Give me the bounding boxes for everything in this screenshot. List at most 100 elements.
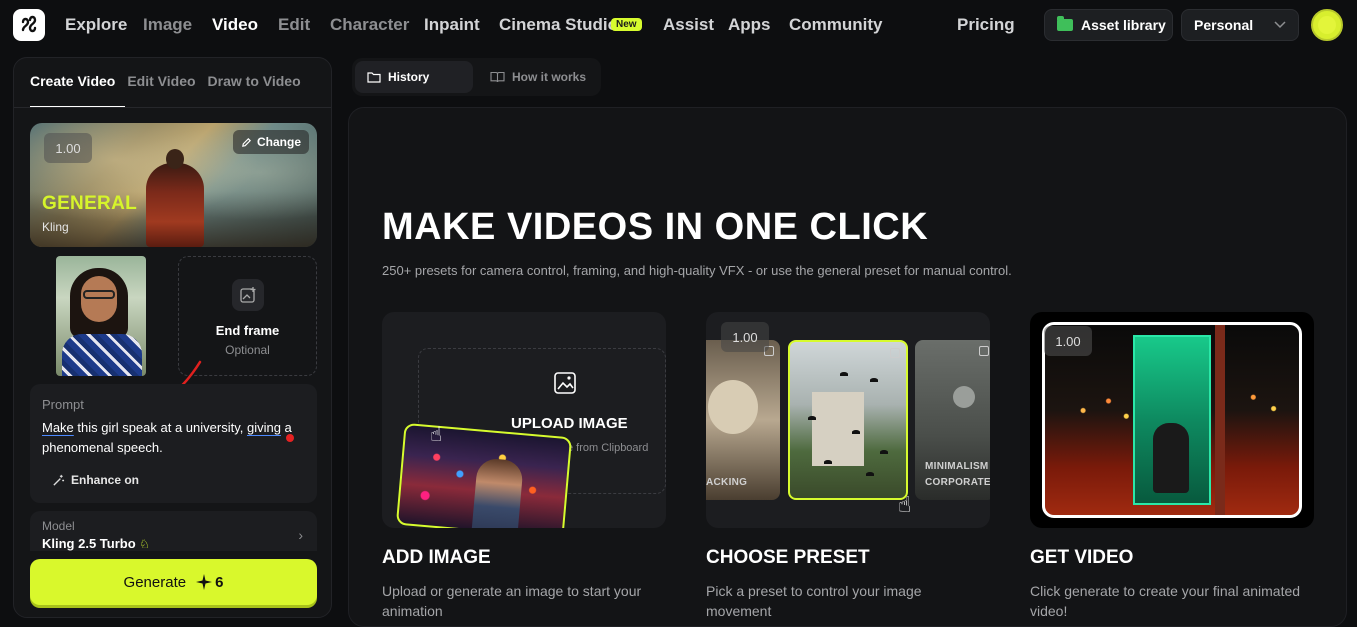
prompt-box[interactable]: Prompt Make this girl speak at a univers…: [30, 384, 317, 503]
magic-wand-icon: [53, 474, 65, 486]
hero-title: MAKE VIDEOS IN ONE CLICK: [382, 206, 929, 248]
step-card-choose-preset[interactable]: ACKING MINIMALISM CORPORATE 1.00 ☝: [706, 312, 990, 528]
tab-draw-to-video[interactable]: Draw to Video: [208, 73, 301, 89]
pencil-icon: [242, 137, 251, 147]
generate-button[interactable]: Generate 6: [30, 559, 317, 605]
preset-icon: [890, 348, 900, 358]
preset-name: GENERAL: [42, 193, 137, 214]
tab-how-it-works[interactable]: How it works: [478, 61, 598, 93]
folder-outline-icon: [367, 72, 381, 83]
preset-label-minimalism: MINIMALISM: [925, 461, 989, 472]
preset-label-corporate: CORPORATE: [925, 477, 990, 488]
model-label: Model: [42, 519, 75, 533]
pole: [1215, 325, 1225, 515]
step-title-choose-preset: CHOOSE PRESET: [706, 547, 870, 568]
divider: [14, 107, 331, 108]
workspace-label: Personal: [1194, 17, 1254, 33]
workspace-select[interactable]: Personal: [1181, 9, 1299, 41]
end-frame-subtitle: Optional: [225, 343, 270, 357]
sparkle-icon: [196, 574, 213, 590]
nav-apps[interactable]: Apps: [728, 15, 771, 35]
bird: [870, 378, 878, 382]
preset-card[interactable]: 1.00 Change GENERAL Kling: [30, 123, 317, 247]
preset-thumb-stacking[interactable]: ACKING: [706, 340, 780, 500]
tab-create-video[interactable]: Create Video: [30, 73, 115, 89]
prompt-word-make: Make: [42, 420, 74, 435]
create-panel: Create Video Edit Video Draw to Video 1.…: [13, 57, 332, 618]
new-badge: New: [611, 18, 642, 31]
step-desc-choose-preset: Pick a preset to control your image move…: [706, 583, 922, 619]
nav-inpaint[interactable]: Inpaint: [424, 15, 480, 35]
chevron-right-icon: ›: [298, 527, 303, 543]
asset-library-button[interactable]: Asset library: [1044, 9, 1173, 41]
step-card-get-video[interactable]: 1.00: [1030, 312, 1314, 528]
lamp-shape: [953, 386, 975, 408]
bird: [840, 372, 848, 376]
hero-subtitle: 250+ presets for camera control, framing…: [382, 263, 1012, 278]
preset-figure: [146, 149, 204, 247]
dress-shape: [62, 334, 142, 376]
preset-thumb-selected[interactable]: [788, 340, 908, 500]
enhance-label: Enhance on: [71, 473, 140, 487]
prompt-label: Prompt: [42, 397, 84, 412]
tab-history[interactable]: History: [355, 61, 473, 93]
glasses-shape: [83, 290, 115, 299]
mode-tabs: Create Video Edit Video Draw to Video: [30, 73, 301, 89]
preset-thumb-minimalism[interactable]: MINIMALISM CORPORATE: [915, 340, 990, 500]
nav-assist[interactable]: Assist: [663, 15, 714, 35]
change-preset-button[interactable]: Change: [232, 130, 309, 154]
preset-strength-value: 1.00: [44, 133, 92, 163]
bird: [866, 472, 874, 476]
add-image-icon: [231, 279, 264, 311]
model-value: Kling 2.5 Turbo ♘: [42, 536, 150, 551]
nav-video[interactable]: Video: [212, 15, 258, 35]
step-title-add-image: ADD IMAGE: [382, 547, 491, 568]
video-strength-value: 1.00: [1044, 326, 1092, 356]
prompt-word-giving: giving: [246, 420, 281, 435]
nav-image[interactable]: Image: [143, 15, 192, 35]
step-card-add-image[interactable]: UPLOAD IMAGE Paste from Clipboard ☝: [382, 312, 666, 528]
model-select[interactable]: Model Kling 2.5 Turbo ♘ ›: [30, 511, 317, 551]
sitting-person: [1153, 423, 1189, 493]
chevron-down-icon: [1274, 21, 1286, 29]
sample-photo: [395, 422, 573, 528]
preset-strength-value: 1.00: [721, 322, 769, 352]
step-desc-get-video: Click generate to create your final anim…: [1030, 583, 1301, 619]
start-frame-image[interactable]: [56, 256, 146, 376]
bird: [880, 450, 888, 454]
upload-title: UPLOAD IMAGE: [511, 415, 628, 432]
nav-character[interactable]: Character: [330, 15, 409, 35]
credit-cost: 6: [215, 573, 224, 591]
image-upload-icon: [554, 372, 576, 394]
preset-label-stacking: ACKING: [706, 477, 748, 488]
how-it-works-label: How it works: [512, 70, 587, 84]
bird: [824, 460, 832, 464]
history-label: History: [388, 70, 430, 84]
app-logo-icon[interactable]: [13, 9, 45, 41]
sample-person: [471, 457, 524, 528]
generate-label: Generate: [123, 573, 187, 591]
spellcheck-dot: [286, 434, 294, 442]
enhance-toggle[interactable]: Enhance on: [52, 473, 139, 487]
preset-model: Kling: [42, 220, 69, 234]
premium-icon: ♘: [139, 537, 151, 551]
tower-shape: [812, 392, 864, 466]
prompt-input[interactable]: Make this girl speak at a university, gi…: [42, 418, 304, 458]
book-icon: [490, 71, 505, 83]
change-label: Change: [256, 135, 301, 149]
user-avatar[interactable]: [1311, 9, 1343, 41]
bird: [852, 430, 860, 434]
step-title-get-video: GET VIDEO: [1030, 547, 1134, 568]
nav-explore[interactable]: Explore: [65, 15, 127, 35]
prompt-text-mid: this girl speak at a university,: [73, 420, 247, 435]
face-shape: [81, 276, 117, 322]
tab-edit-video[interactable]: Edit Video: [127, 73, 195, 89]
cup-shape: [708, 380, 758, 434]
nav-community[interactable]: Community: [789, 15, 883, 35]
nav-pricing[interactable]: Pricing: [957, 15, 1015, 35]
end-frame-title: End frame: [215, 323, 280, 338]
model-name: Kling 2.5 Turbo: [42, 536, 136, 551]
step-desc-add-image: Upload or generate an image to start you…: [382, 583, 642, 619]
nav-cinema-studio[interactable]: Cinema Studio: [499, 15, 618, 35]
nav-edit[interactable]: Edit: [278, 15, 310, 35]
